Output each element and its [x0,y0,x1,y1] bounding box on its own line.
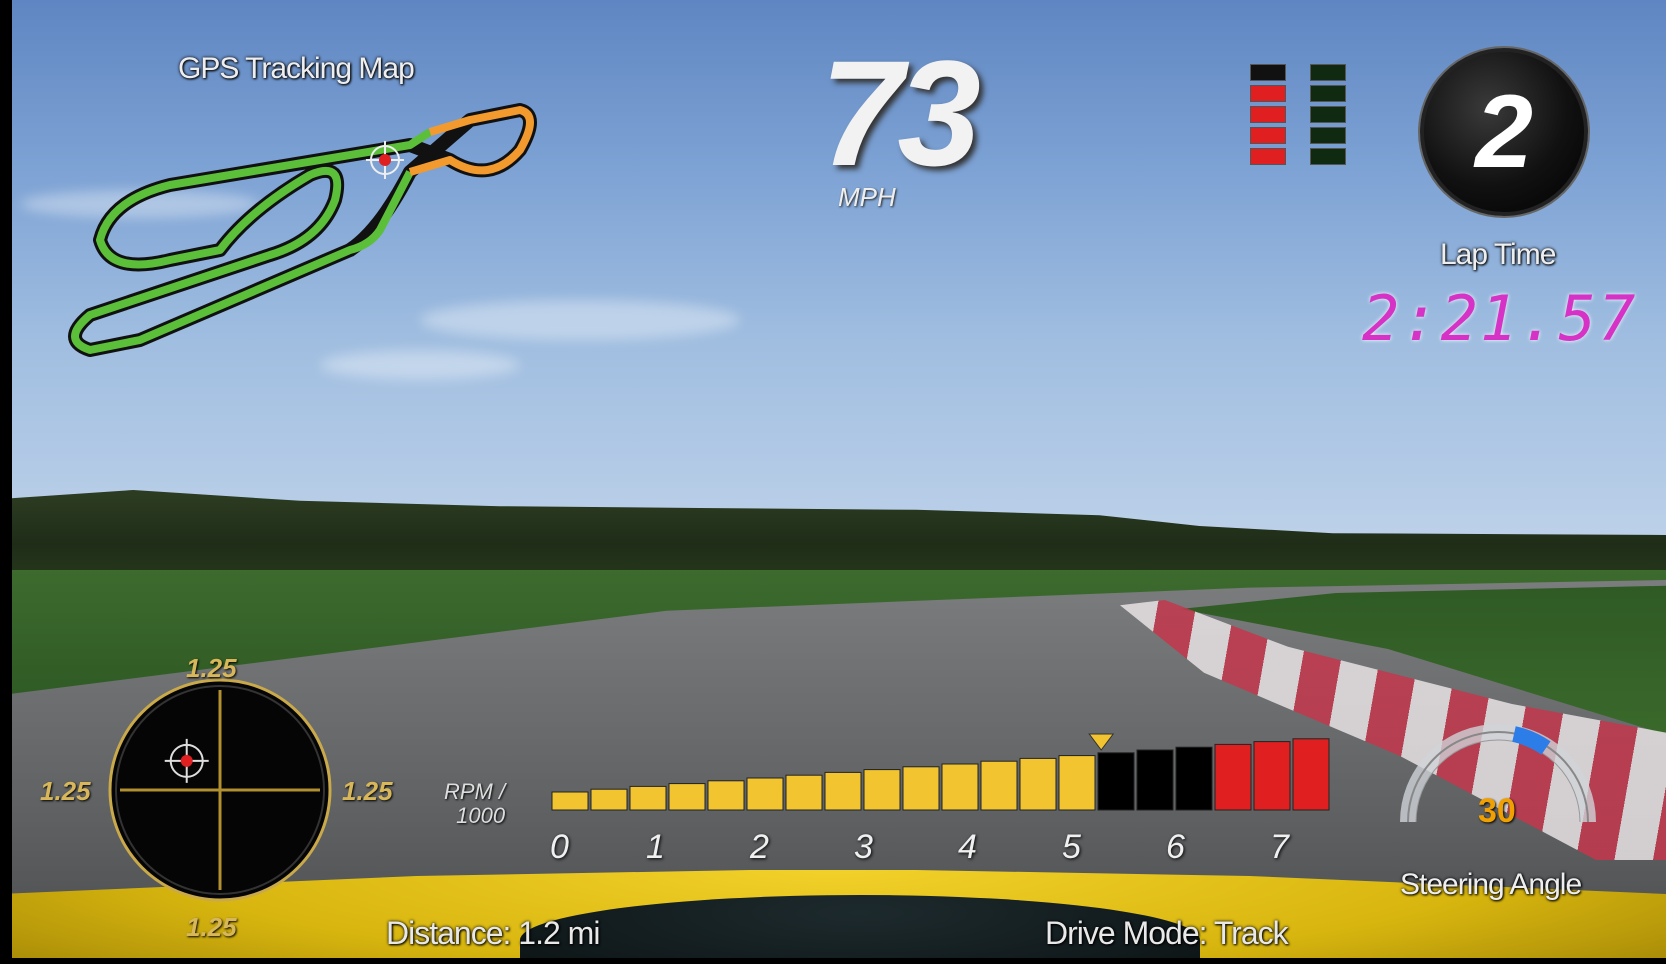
steering-indicator-segment [1512,726,1551,755]
gps-track-map [68,103,537,357]
shift-light-segment [1310,64,1346,81]
shift-light-segment [1310,106,1346,123]
rpm-bar-segment [746,777,784,811]
shift-light-segment [1250,106,1286,123]
rpm-bar-segment [629,785,667,811]
rpm-bar-segment [902,766,940,811]
rpm-bar-segment [941,763,979,811]
speed-readout: 73 [820,29,981,197]
shift-light-segment [1310,85,1346,102]
rpm-bar-segment [980,760,1018,811]
track-completed-path [68,103,537,357]
shift-light-column-left [1250,64,1286,169]
rpm-bar-segment [1175,746,1213,811]
rpm-tick-label: 6 [1166,828,1185,866]
g-force-left-label: 1.25 [40,776,91,806]
shift-light-column-right [1310,64,1346,169]
rpm-bar-segment [668,783,706,811]
rpm-tick-label: 5 [1062,828,1081,866]
g-force-right-label: 1.25 [342,776,393,806]
gear-number: 2 [1475,74,1533,190]
distance-readout: Distance: 1.2 mi [386,915,600,951]
g-force-bottom-label: 1.25 [186,912,237,942]
lap-time-label: Lap Time [1440,238,1556,271]
rpm-bar-segment [1097,752,1135,811]
shift-light-segment [1310,148,1346,165]
g-force-top-label: 1.25 [186,653,237,683]
rpm-tick-label: 1 [646,828,665,866]
rpm-bar-segment [785,774,823,811]
gear-indicator: 2 [1420,48,1588,216]
steering-angle-value: 30 [1478,792,1516,830]
lap-time-value: 2:21.57 [1362,282,1638,355]
shift-light-segment [1250,148,1286,165]
shift-light-segment [1310,127,1346,144]
rpm-tick-label: 3 [854,828,873,866]
shift-light-segment [1250,85,1286,102]
rpm-bar-segment [707,780,745,811]
rpm-bar-segment [1253,741,1291,811]
rpm-bar-segment [551,791,589,811]
rpm-bar-segment [1019,757,1057,811]
shift-light-segment [1250,127,1286,144]
track-video-frame: GPS Tracking Map 73 MPH 2 Lap Time 2:21.… [0,0,1666,964]
shift-light-segment [1250,64,1286,81]
steering-angle-label: Steering Angle [1400,868,1582,901]
letterbox-left [0,0,12,964]
gps-map-title: GPS Tracking Map [178,52,415,85]
rpm-bar-graph [551,733,1330,811]
rpm-tick-label: 7 [1270,828,1289,866]
rpm-bar-segment [590,788,628,811]
letterbox-bottom [0,958,1666,964]
rpm-bar-segment [1292,738,1330,811]
rpm-bar-segment [1058,755,1096,811]
speed-unit: MPH [838,182,896,212]
rpm-bar-segment [1214,743,1252,811]
rpm-pointer-icon [1088,733,1115,751]
rpm-tick-label: 2 [750,828,769,866]
rpm-bar-segment [1136,749,1174,811]
rpm-bar-segment [824,771,862,811]
rpm-bar-segment [863,769,901,811]
rpm-tick-label: 4 [958,828,977,866]
rpm-tick-label: 0 [550,828,569,866]
drive-mode-readout: Drive Mode: Track [1045,915,1289,951]
